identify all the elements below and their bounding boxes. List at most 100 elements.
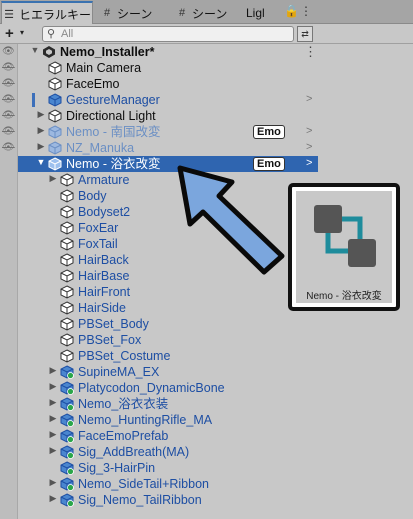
expand-arrow-icon[interactable]: ▶ [48, 445, 58, 456]
scene-menu-icon[interactable]: ⋮ [304, 44, 317, 60]
row-label: FoxTail [78, 237, 118, 251]
visibility-hidden-icon[interactable]: 👁 [2, 94, 15, 105]
hierarchy-row[interactable]: ▶ SupineMA_EX [18, 364, 318, 380]
row-label: Sig_3-HairPin [78, 461, 156, 475]
scene-row[interactable]: ▼ Nemo_Installer* ⋮ [18, 44, 318, 60]
row-label: Nemo_浴衣衣装 [78, 397, 169, 411]
grid-icon: # [103, 7, 111, 19]
tab-scene-1-label: シーン [117, 6, 153, 21]
tab-lighting-label: Ligl [246, 6, 265, 20]
tab-hierarchy[interactable]: ☰ ヒエラルキー [1, 1, 93, 25]
visibility-hidden-icon[interactable]: 👁 [2, 110, 15, 121]
hierarchy-row[interactable]: ▶ Platycodon_DynamicBone [18, 380, 318, 396]
hierarchy-row[interactable]: ▶ NZ_Manuka > [18, 140, 318, 156]
row-label: Body [78, 189, 107, 203]
tab-bar: ☰ ヒエラルキー # シーン # シーン Ligl 🔒 ⋮ [0, 0, 413, 25]
hierarchy-row[interactable]: GestureManager > [18, 92, 318, 108]
prefab-icon [60, 285, 74, 299]
expand-arrow-icon[interactable]: ▶ [48, 365, 58, 376]
row-label: SupineMA_EX [78, 365, 160, 379]
prefab-icon [60, 493, 74, 507]
hierarchy-row[interactable]: PBSet_Fox [18, 332, 318, 348]
prefab-icon [60, 269, 74, 283]
expand-arrow-icon[interactable]: ▶ [48, 173, 58, 184]
add-dropdown-icon[interactable]: ▾ [20, 28, 24, 37]
expand-arrow-icon[interactable]: ▶ [36, 125, 46, 136]
expand-arrow-icon[interactable]: ▶ [48, 493, 58, 504]
open-prefab-chevron-icon[interactable]: > [306, 93, 312, 105]
prefab-icon [60, 477, 74, 491]
row-label: Nemo - 南国改変 [66, 125, 161, 139]
expand-arrow-icon[interactable]: ▼ [30, 45, 40, 55]
expand-arrow-icon[interactable]: ▶ [48, 381, 58, 392]
row-label: FoxEar [78, 221, 119, 235]
override-marker [32, 93, 35, 107]
prefab-icon [48, 93, 62, 107]
expand-arrow-icon[interactable]: ▶ [36, 141, 46, 152]
hierarchy-row[interactable]: ▶ Sig_Nemo_TailRibbon [18, 492, 318, 508]
emo-badge: Emo [253, 125, 285, 139]
tab-lighting[interactable]: Ligl [246, 2, 265, 24]
hierarchy-row[interactable]: ▶ Nemo_浴衣衣装 [18, 396, 318, 412]
open-prefab-chevron-icon[interactable]: > [306, 141, 312, 153]
search-box[interactable]: ⚲ [42, 26, 294, 42]
tab-scene-2[interactable]: # シーン [175, 2, 227, 24]
hierarchy-row[interactable]: HairSide [18, 300, 318, 316]
expand-arrow-icon[interactable]: ▶ [48, 477, 58, 488]
row-label: Sig_AddBreath(MA) [78, 445, 190, 459]
visibility-hidden-icon[interactable]: 👁 [2, 142, 15, 153]
hierarchy-row[interactable]: Sig_3-HairPin [18, 460, 318, 476]
row-label: PBSet_Costume [78, 349, 171, 363]
prefab-icon [60, 429, 74, 443]
row-label: Nemo_SideTail+Ribbon [78, 477, 209, 491]
row-label: HairSide [78, 301, 126, 315]
row-label: NZ_Manuka [66, 141, 135, 155]
row-label: Armature [78, 173, 130, 187]
row-label: Main Camera [66, 61, 142, 75]
row-label: HairBack [78, 253, 129, 267]
row-label: Nemo_HuntingRifle_MA [78, 413, 213, 427]
visibility-eye-icon[interactable]: 👁 [2, 46, 15, 57]
row-label: Platycodon_DynamicBone [78, 381, 225, 395]
tab-scene-1[interactable]: # シーン [100, 2, 152, 24]
lock-icon[interactable]: 🔒 [284, 4, 299, 18]
visibility-hidden-icon[interactable]: 👁 [2, 62, 15, 73]
hierarchy-row[interactable]: PBSet_Body [18, 316, 318, 332]
expand-arrow-icon[interactable]: ▼ [36, 157, 46, 167]
prefab-icon [60, 397, 74, 411]
hierarchy-row[interactable]: ▶ Nemo - 南国改変 Emo > [18, 124, 318, 140]
expand-arrow-icon[interactable]: ▶ [36, 109, 46, 120]
hierarchy-row[interactable]: ▶ Sig_AddBreath(MA) [18, 444, 318, 460]
row-label: FaceEmoPrefab [78, 429, 169, 443]
expand-arrow-icon[interactable]: ▶ [48, 397, 58, 408]
expand-arrow-icon[interactable]: ▶ [48, 429, 58, 440]
hierarchy-row[interactable]: ▶ Nemo_HuntingRifle_MA [18, 412, 318, 428]
visibility-gutter: 👁 👁 👁 👁 👁 👁 👁 [0, 44, 18, 519]
prefab-icon [48, 125, 62, 139]
row-label: FaceEmo [66, 77, 120, 91]
window-menu-icon[interactable]: ⋮ [300, 4, 312, 18]
search-input[interactable] [61, 27, 286, 41]
search-icon: ⚲ [47, 28, 56, 40]
callout-inner: Nemo - 浴衣改変 [296, 191, 392, 303]
prefab-icon [60, 349, 74, 363]
filter-button[interactable]: ⇄ [297, 26, 313, 42]
prefab-icon [60, 205, 74, 219]
unity-scene-icon [43, 46, 55, 58]
hierarchy-row[interactable]: ▶ FaceEmoPrefab [18, 428, 318, 444]
hierarchy-row[interactable]: Main Camera [18, 60, 318, 76]
add-button[interactable]: + [5, 25, 14, 42]
hierarchy-row[interactable]: ▶ Directional Light [18, 108, 318, 124]
prefab-icon [60, 173, 74, 187]
hierarchy-row[interactable]: PBSet_Costume [18, 348, 318, 364]
hierarchy-row[interactable]: ▶ Nemo_SideTail+Ribbon [18, 476, 318, 492]
expand-arrow-icon[interactable]: ▶ [48, 413, 58, 424]
visibility-hidden-icon[interactable]: 👁 [2, 78, 15, 89]
prefab-icon [60, 381, 74, 395]
hierarchy-row[interactable]: HairFront [18, 284, 318, 300]
open-prefab-chevron-icon[interactable]: > [306, 157, 312, 169]
hierarchy-row[interactable]: FaceEmo [18, 76, 318, 92]
open-prefab-chevron-icon[interactable]: > [306, 125, 312, 137]
prefab-icon [60, 333, 74, 347]
visibility-hidden-icon[interactable]: 👁 [2, 126, 15, 137]
